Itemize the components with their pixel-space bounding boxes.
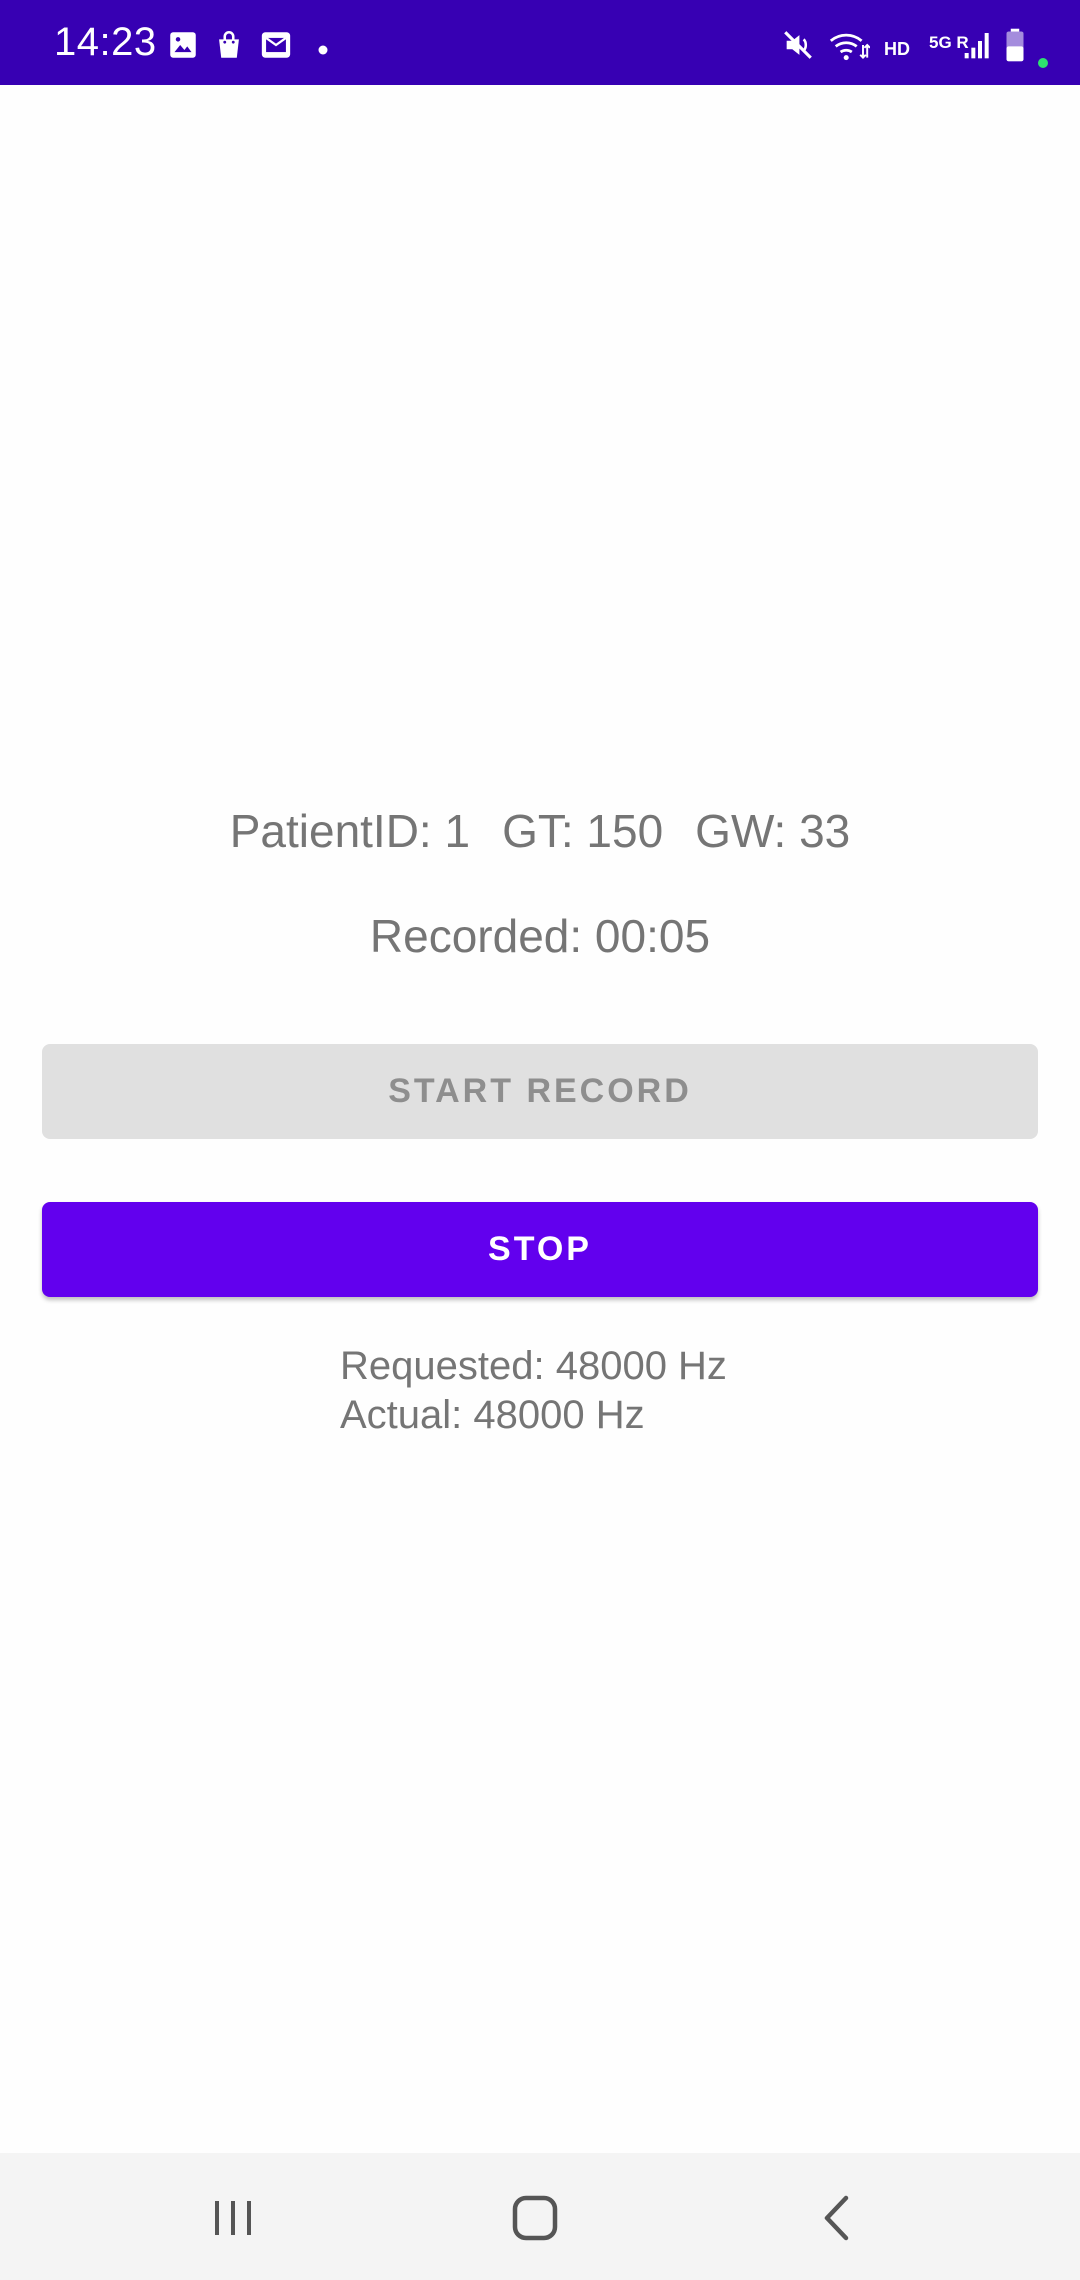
home-icon[interactable] [500,2183,570,2253]
navigation-bar [0,2153,1080,2280]
patient-id-label: PatientID: 1 [229,805,471,857]
email-icon [259,28,293,62]
hd-label: HD [884,39,910,59]
battery-icon [1002,28,1028,62]
privacy-indicator-dot [1038,58,1048,68]
status-bar: 14:23 HD 5G R [0,0,1080,85]
stop-button[interactable]: STOP [42,1202,1038,1297]
patient-info-line: PatientID: 1 GT: 150 GW: 33 [0,808,1080,854]
gallery-icon [166,28,200,62]
requested-rate-label: Requested: 48000 Hz [340,1344,727,1388]
sample-rate-info: Requested: 48000 Hz Actual: 48000 Hz [340,1342,727,1440]
dot-icon [312,28,334,62]
wifi-icon [828,28,870,62]
mute-icon [781,28,815,62]
back-icon[interactable] [802,2183,872,2253]
recorded-time-label: Recorded: 00:05 [369,910,711,962]
gt-label: GT: 150 [502,805,664,857]
status-time: 14:23 [54,20,157,64]
recents-icon[interactable] [198,2183,268,2253]
shopping-bag-icon [212,28,246,62]
app-screen: 14:23 HD 5G R PatientID: 1 GT: 150 GW: 3… [0,0,1080,2280]
gw-label: GW: 33 [695,805,851,857]
signal-icon [962,28,994,62]
actual-rate-label: Actual: 48000 Hz [340,1393,645,1437]
start-record-button[interactable]: START RECORD [42,1044,1038,1139]
